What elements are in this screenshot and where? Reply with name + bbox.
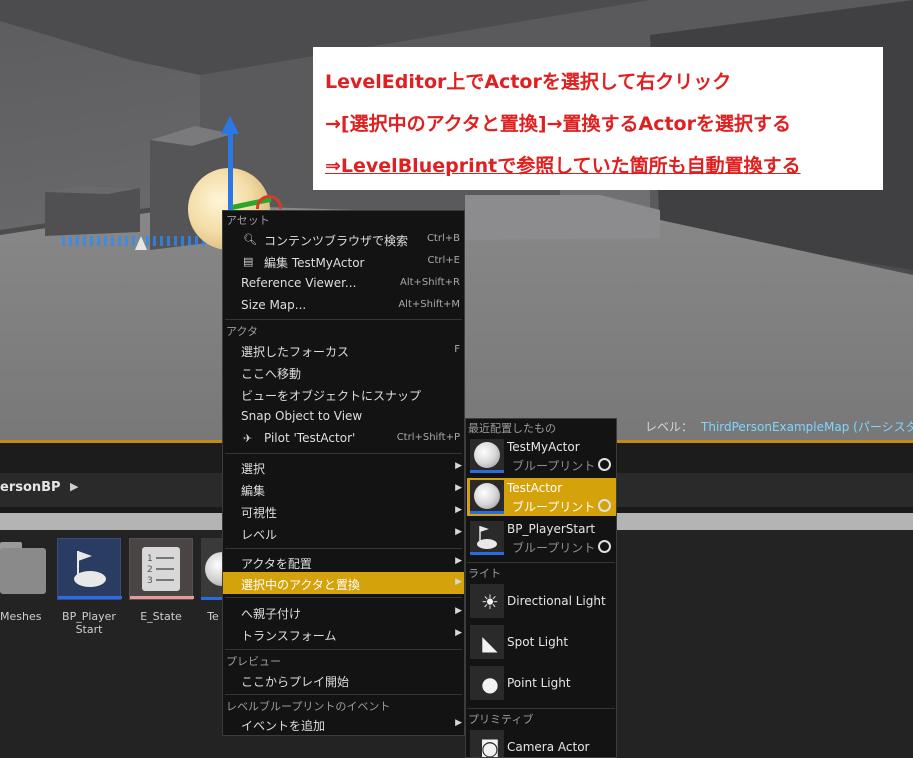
level-name: ThirdPersonExampleMap (パーシスタン (701, 420, 913, 434)
asset-tile-label: Meshes (0, 610, 42, 623)
menu-item-visibility[interactable]: 可視性 ▶ (223, 500, 464, 522)
submenu-arrow-icon: ▶ (455, 606, 462, 616)
annotation-line-3: ⇒LevelBlueprintで参照していた箇所も自動置換する (325, 155, 801, 177)
section-header-level-bp-events: レベルブループリントのイベント (226, 700, 391, 713)
menu-item-select[interactable]: 選択 ▶ (223, 456, 464, 478)
enum-list-icon: 1 2 3 (142, 547, 180, 591)
section-header-asset: アセット (226, 214, 270, 227)
gamepad-flag-icon (74, 551, 106, 587)
tile-type-bar (130, 596, 194, 599)
submenu-arrow-icon: ▶ (455, 483, 462, 493)
menu-item-browse-content[interactable]: 🔍︎ コンテンツブラウザで検索 Ctrl+B (223, 228, 464, 250)
menu-divider (225, 694, 462, 695)
menu-item-level[interactable]: レベル ▶ (223, 522, 464, 544)
menu-item-edit[interactable]: 編集 ▶ (223, 478, 464, 500)
svg-text:1: 1 (147, 554, 153, 564)
tile-type-bar (201, 597, 223, 600)
actor-context-menu: アセット 🔍︎ コンテンツブラウザで検索 Ctrl+B ▤ 編集 TestMyA… (222, 210, 465, 736)
menu-item-move-here[interactable]: ここへ移動 (223, 361, 464, 383)
section-header-lights: ライト (468, 567, 501, 580)
section-header-actor: アクタ (226, 325, 259, 338)
submenu-arrow-icon: ▶ (455, 718, 462, 728)
submenu-arrow-icon: ▶ (455, 628, 462, 638)
submenu-item-directional-light[interactable]: ☀︎ Directional Light (467, 582, 616, 620)
path-chevron-icon[interactable]: ▶ (70, 480, 78, 493)
menu-divider (225, 649, 462, 650)
submenu-divider (467, 708, 615, 709)
folder-icon-body (0, 548, 46, 594)
radio-ring-icon (598, 540, 611, 553)
svg-text:2: 2 (147, 565, 153, 575)
menu-item-size-map[interactable]: Size Map... Alt+Shift+M (223, 294, 464, 316)
sphere-thumbnail-icon (205, 552, 223, 586)
asset-tile-bp-player-start[interactable] (57, 538, 122, 600)
menu-divider (225, 319, 462, 320)
asset-tile-label: BP_Player Start (62, 610, 116, 636)
menu-item-place-actor[interactable]: アクタを配置 ▶ (223, 551, 464, 573)
menu-item-focus-selected[interactable]: 選択したフォーカス F (223, 339, 464, 361)
menu-item-snap-view-to-object[interactable]: ビューをオブジェクトにスナップ (223, 383, 464, 405)
menu-item-pilot-actor[interactable]: ✈︎ Pilot 'TestActor' Ctrl+Shift+P (223, 427, 464, 449)
content-path-folder[interactable]: ersonBP (0, 480, 61, 495)
section-header-recent: 最近配置したもの (468, 422, 556, 435)
level-readout: レベル： ThirdPersonExampleMap (パーシスタン (645, 418, 913, 435)
menu-item-reference-viewer[interactable]: Reference Viewer... Alt+Shift+R (223, 272, 464, 294)
submenu-arrow-icon: ▶ (455, 505, 462, 515)
radio-ring-icon (598, 499, 611, 512)
menu-item-snap-object-to-view[interactable]: Snap Object to View (223, 405, 464, 427)
submenu-arrow-icon: ▶ (455, 527, 462, 537)
submenu-item-bp-player-start[interactable]: BP_PlayerStart ブループリント (467, 519, 616, 557)
menu-divider (225, 453, 462, 454)
submenu-arrow-icon: ▶ (455, 461, 462, 471)
menu-item-attach-to[interactable]: へ親子付け ▶ (223, 601, 464, 623)
menu-divider (225, 548, 462, 549)
gizmo-z-axis[interactable] (228, 130, 233, 210)
spot-light-icon: ◣ (482, 631, 498, 655)
menu-divider (225, 597, 462, 598)
level-label: レベル： (645, 420, 694, 434)
menu-item-edit-asset[interactable]: ▤ 編集 TestMyActor Ctrl+E (223, 250, 464, 272)
submenu-item-point-light[interactable]: ● Point Light (467, 664, 616, 702)
asset-tile-folder[interactable] (0, 538, 46, 600)
radio-ring-icon (598, 458, 611, 471)
asset-tile-label: Te (207, 610, 219, 623)
gizmo-z-arrow-icon[interactable] (221, 116, 239, 134)
asset-tile-e-state[interactable]: 1 2 3 (129, 538, 194, 600)
airplane-icon: ✈︎ (243, 432, 253, 445)
search-icon: 🔍︎ (243, 233, 257, 246)
menu-item-replace-selected-actor[interactable]: 選択中のアクタと置換 ▶ (223, 572, 464, 594)
submenu-item-spot-light[interactable]: ◣ Spot Light (467, 623, 616, 661)
submenu-item-camera-actor[interactable]: ◙ Camera Actor (467, 728, 616, 758)
tile-type-bar (58, 596, 122, 599)
submenu-arrow-icon: ▶ (455, 556, 462, 566)
section-header-primitives: プリミティブ (468, 713, 534, 726)
replace-actor-submenu: 最近配置したもの TestMyActor ブループリント TestActor ブ… (465, 418, 617, 758)
book-icon: ▤ (243, 255, 254, 268)
section-header-preview: プレビュー (226, 655, 281, 668)
menu-item-add-event[interactable]: イベントを追加 ▶ (223, 713, 464, 735)
player-start-icon[interactable] (135, 236, 147, 250)
menu-item-transform[interactable]: トランスフォーム ▶ (223, 623, 464, 645)
asset-tile-te[interactable] (201, 538, 223, 600)
directional-light-icon: ☀︎ (481, 590, 499, 614)
submenu-arrow-icon: ▶ (455, 577, 462, 587)
sphere-thumbnail-icon (470, 439, 504, 473)
gamepad-flag-icon (470, 521, 504, 555)
submenu-item-test-my-actor[interactable]: TestMyActor ブループリント (467, 437, 616, 475)
asset-tile-label: E_State (140, 610, 182, 623)
svg-text:3: 3 (147, 576, 153, 586)
annotation-box: LevelEditor上でActorを選択して右クリック →[選択中のアクタと置… (313, 47, 883, 190)
submenu-item-test-actor[interactable]: TestActor ブループリント (467, 478, 616, 516)
annotation-line-1: LevelEditor上でActorを選択して右クリック (325, 71, 732, 93)
point-light-icon: ● (481, 672, 499, 696)
annotation-line-2: →[選択中のアクタと置換]→置換するActorを選択する (325, 113, 791, 135)
submenu-divider (467, 562, 615, 563)
sphere-thumbnail-icon (470, 480, 504, 514)
camera-icon: ◙ (480, 736, 500, 758)
menu-item-play-from-here[interactable]: ここからプレイ開始 (223, 669, 464, 691)
